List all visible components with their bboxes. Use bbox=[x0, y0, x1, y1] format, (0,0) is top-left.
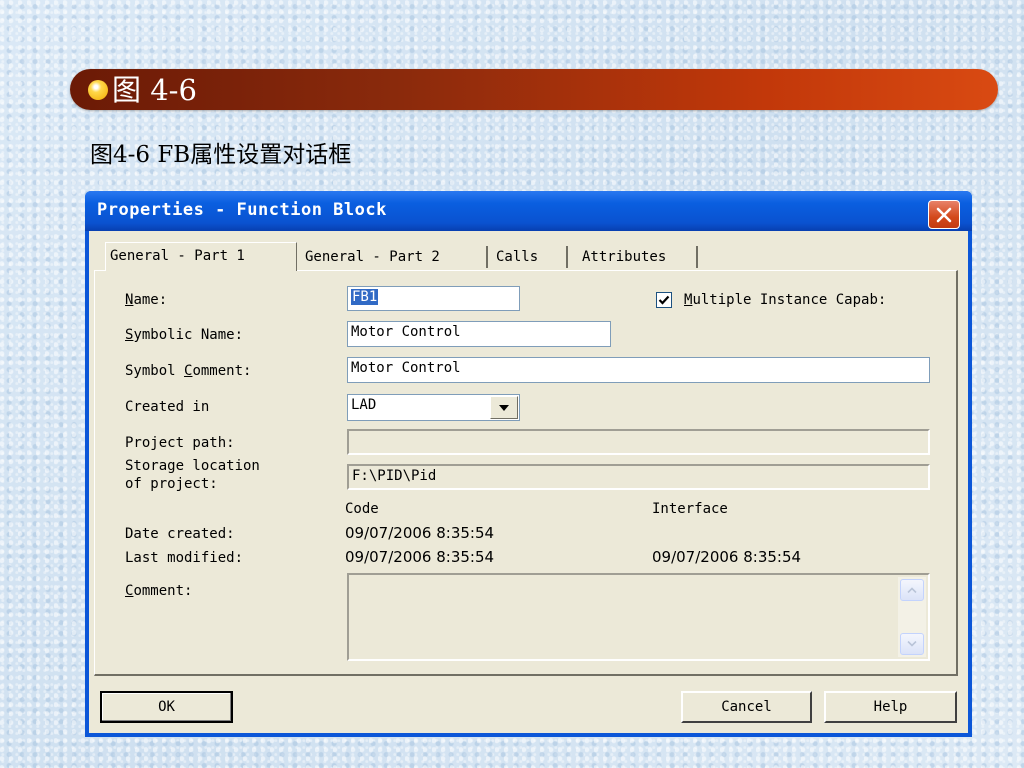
project-path-field bbox=[347, 429, 930, 455]
symbol-comment-label: Symbol Comment: bbox=[125, 363, 252, 379]
window-title: Properties - Function Block bbox=[97, 200, 387, 220]
tab-general-part-2[interactable]: General - Part 2 bbox=[301, 246, 488, 268]
tab-strip: General - Part 1 General - Part 2 Calls … bbox=[89, 231, 968, 271]
tab-attributes[interactable]: Attributes bbox=[578, 246, 698, 268]
close-icon bbox=[936, 207, 952, 222]
last-modified-label: Last modified: bbox=[125, 550, 244, 566]
last-modified-code: 09/07/2006 8:35:54 bbox=[345, 548, 495, 566]
symbolic-name-label: Symbolic Name: bbox=[125, 327, 244, 343]
slide-heading: 图 4-6 bbox=[112, 73, 197, 107]
scroll-down-button[interactable] bbox=[900, 633, 924, 655]
chevron-up-icon bbox=[907, 587, 917, 593]
date-created-code: 09/07/2006 8:35:54 bbox=[345, 524, 495, 542]
cancel-button[interactable]: Cancel bbox=[681, 691, 812, 723]
storage-location-label-line-2: of project: bbox=[125, 476, 218, 492]
checkmark-icon bbox=[658, 295, 670, 305]
chevron-down-icon bbox=[499, 404, 509, 411]
multiple-instance-checkbox[interactable] bbox=[656, 292, 672, 308]
dialog-client: General - Part 1 General - Part 2 Calls … bbox=[89, 231, 968, 733]
comment-scrollbar[interactable] bbox=[898, 577, 926, 657]
comment-label: Comment: bbox=[125, 583, 193, 599]
ok-button[interactable]: OK bbox=[100, 691, 233, 723]
properties-dialog: Properties - Function Block General - Pa… bbox=[85, 191, 972, 737]
help-button[interactable]: Help bbox=[824, 691, 957, 723]
date-created-label: Date created: bbox=[125, 526, 235, 542]
created-in-label: Created in bbox=[125, 399, 210, 415]
created-in-value: LAD bbox=[351, 397, 377, 413]
tab-calls[interactable]: Calls bbox=[492, 246, 568, 268]
project-path-label: Project path: bbox=[125, 435, 235, 451]
interface-column-header: Interface bbox=[652, 501, 728, 517]
multiple-instance-label: Multiple Instance Capab: bbox=[684, 292, 887, 308]
scroll-up-button[interactable] bbox=[900, 579, 924, 601]
last-modified-interface: 09/07/2006 8:35:54 bbox=[652, 548, 802, 566]
symbol-comment-input[interactable]: Motor Control bbox=[347, 357, 930, 383]
figure-caption: 图4-6 FB属性设置对话框 bbox=[90, 142, 352, 168]
dropdown-button[interactable] bbox=[490, 396, 518, 419]
code-column-header: Code bbox=[345, 501, 379, 517]
close-button[interactable] bbox=[928, 200, 960, 229]
bullet-icon bbox=[88, 80, 108, 100]
title-bar[interactable]: Properties - Function Block bbox=[85, 191, 972, 231]
name-input[interactable]: FB1 bbox=[347, 286, 520, 311]
created-in-select[interactable]: LAD bbox=[347, 394, 520, 421]
storage-location-field: F:\PID\Pid bbox=[347, 464, 930, 490]
comment-textarea[interactable] bbox=[347, 573, 930, 661]
storage-location-label-line-1: Storage location bbox=[125, 458, 260, 474]
chevron-down-icon bbox=[907, 641, 917, 647]
name-label: Name: bbox=[125, 292, 168, 308]
slide-title-band bbox=[70, 69, 998, 110]
symbolic-name-input[interactable]: Motor Control bbox=[347, 321, 611, 347]
tab-general-part-1[interactable]: General - Part 1 bbox=[105, 242, 297, 271]
